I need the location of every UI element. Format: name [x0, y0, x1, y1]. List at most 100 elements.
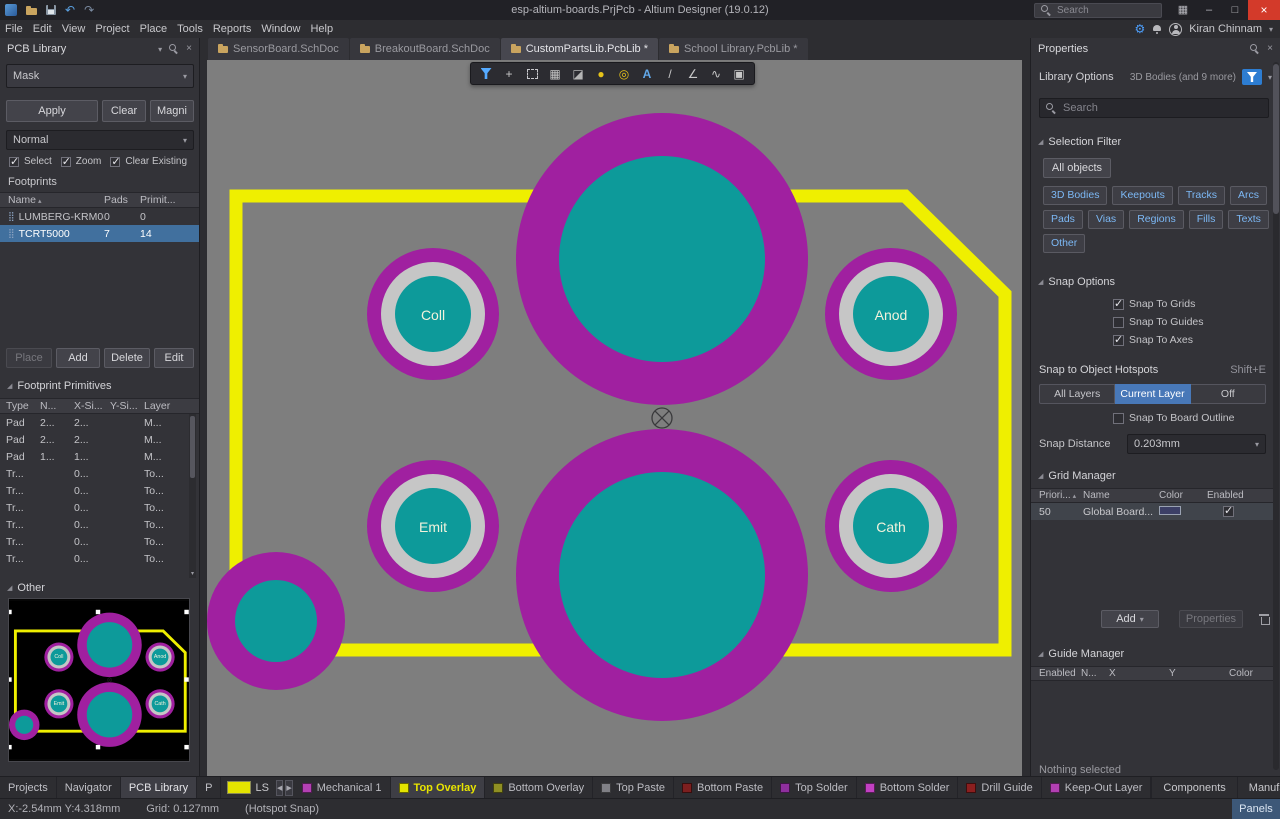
layer-set-control[interactable]: LS — [221, 777, 274, 798]
primitives-column-x-si[interactable]: X-Si... — [74, 400, 110, 412]
properties-search-box[interactable]: Search — [1039, 98, 1269, 118]
undo-icon[interactable]: ↶ — [65, 0, 75, 20]
minimize-button[interactable]: – — [1196, 0, 1222, 20]
pad-icon[interactable]: ● — [590, 64, 612, 83]
layer-tab-top-solder[interactable]: Top Solder — [772, 777, 857, 798]
primitive-row[interactable]: Tr...0...To... — [0, 465, 188, 482]
filter-tracks[interactable]: Tracks — [1178, 186, 1225, 205]
edit-button[interactable]: Edit — [154, 348, 194, 368]
doc-tab-custompartslib-pcblib[interactable]: CustomPartsLib.PcbLib * — [501, 38, 658, 60]
layer-tab-top-paste[interactable]: Top Paste — [593, 777, 674, 798]
pcb-canvas-drawing[interactable]: CollAnodEmitCath — [207, 60, 1022, 776]
primitive-row[interactable]: Tr...0...To... — [0, 516, 188, 533]
eraser-icon[interactable]: ◪ — [567, 64, 589, 83]
panel-tab-navigator[interactable]: Navigator — [57, 777, 121, 798]
primitives-column-layer[interactable]: Layer — [144, 400, 199, 412]
selection-filter-section[interactable]: ◢ Selection Filter — [1031, 134, 1280, 149]
primitive-row[interactable]: Tr...0...To... — [0, 550, 188, 567]
filter-keepouts[interactable]: Keepouts — [1112, 186, 1172, 205]
close-panel-icon[interactable]: × — [1267, 44, 1273, 54]
apply-button[interactable]: Apply — [6, 100, 98, 122]
primitives-column-y-si[interactable]: Y-Si... — [110, 400, 144, 412]
footprint-primitives-section[interactable]: ◢ Footprint Primitives — [0, 378, 199, 393]
menu-reports[interactable]: Reports — [208, 20, 257, 38]
hotspot-all-layers[interactable]: All Layers — [1039, 384, 1115, 404]
grid-column-priori[interactable]: Priori... — [1031, 490, 1083, 501]
delete-grid-icon[interactable] — [1259, 613, 1269, 625]
grid-color-swatch[interactable] — [1159, 506, 1181, 515]
maximize-button[interactable]: □ — [1222, 0, 1248, 20]
guide-column-n[interactable]: N... — [1081, 668, 1109, 679]
menu-view[interactable]: View — [57, 20, 91, 38]
guide-column-enabled[interactable]: Enabled — [1031, 668, 1081, 679]
option-select[interactable]: Select — [9, 156, 52, 167]
user-avatar-icon[interactable] — [1169, 23, 1182, 36]
guide-column-color[interactable]: Color — [1229, 668, 1274, 679]
via-icon[interactable]: ◎ — [613, 64, 635, 83]
snap-snap-to-guides[interactable]: Snap To Guides — [1113, 316, 1204, 328]
grid-properties-button[interactable]: Properties — [1179, 610, 1243, 628]
guide-column-x[interactable]: X — [1109, 668, 1169, 679]
grid-column-color[interactable]: Color — [1159, 490, 1207, 501]
clear-button[interactable]: Clear — [102, 100, 146, 122]
layer-tab-mechanical-1[interactable]: Mechanical 1 — [294, 777, 391, 798]
panel-tab-projects[interactable]: Projects — [0, 777, 57, 798]
column-name[interactable]: Name — [0, 194, 104, 206]
panel-tab-manufacturer-part-search[interactable]: Manufacturer Part Search — [1237, 777, 1280, 798]
panel-tab-p[interactable]: P — [197, 777, 221, 798]
filter-regions[interactable]: Regions — [1129, 210, 1184, 229]
close-button[interactable]: × — [1248, 0, 1280, 20]
heads-up-filter-icon[interactable] — [475, 64, 497, 83]
primitive-row[interactable]: Tr...0...To... — [0, 499, 188, 516]
notifications-bell-icon[interactable] — [1152, 24, 1162, 35]
column-primitives[interactable]: Primit... — [140, 194, 199, 206]
pcb-canvas[interactable]: CollAnodEmitCath +▦◪●◎A/∠∿▣ — [207, 60, 1022, 776]
layer-tab-bottom-paste[interactable]: Bottom Paste — [674, 777, 772, 798]
filter-pads[interactable]: Pads — [1043, 210, 1083, 229]
close-panel-icon[interactable]: × — [186, 44, 192, 54]
layer-tab-drill-guide[interactable]: Drill Guide — [958, 777, 1041, 798]
option-clear-existing[interactable]: Clear Existing — [110, 156, 187, 167]
properties-scrollbar[interactable] — [1273, 62, 1279, 770]
snap-snap-to-axes[interactable]: Snap To Axes — [1113, 334, 1204, 346]
grid-add-button[interactable]: Add ▾ — [1101, 610, 1159, 628]
hotspot-current-layer[interactable]: Current Layer — [1115, 384, 1190, 404]
add-button[interactable]: Add — [56, 348, 100, 368]
doc-tab-sensorboard-schdoc[interactable]: SensorBoard.SchDoc — [208, 38, 349, 60]
filter-vias[interactable]: Vias — [1088, 210, 1124, 229]
delete-button[interactable]: Delete — [104, 348, 150, 368]
mask-dropdown[interactable]: Mask ▾ — [6, 64, 194, 88]
user-menu-caret-icon[interactable]: ▾ — [1269, 25, 1273, 34]
grid-column-name[interactable]: Name — [1083, 490, 1159, 501]
scrollbar-down-arrow-icon[interactable]: ▾ — [189, 570, 196, 577]
primitive-row[interactable]: Tr...0...To... — [0, 482, 188, 499]
move-icon[interactable]: + — [498, 64, 520, 83]
grid-column-enabled[interactable]: Enabled — [1207, 490, 1274, 501]
hotspot-off[interactable]: Off — [1191, 384, 1266, 404]
display-mode-dropdown[interactable]: Normal ▾ — [6, 130, 194, 150]
layer-tab-keep-out-layer[interactable]: Keep-Out Layer — [1042, 777, 1152, 798]
menu-help[interactable]: Help — [305, 20, 338, 38]
menu-window[interactable]: Window — [256, 20, 305, 38]
settings-gear-icon[interactable]: ⚙ — [1134, 20, 1145, 38]
menu-file[interactable]: File — [0, 20, 28, 38]
string-icon[interactable]: A — [636, 64, 658, 83]
primitives-column-n[interactable]: N... — [40, 400, 74, 412]
global-search-box[interactable]: Search — [1034, 3, 1162, 18]
filter-caret-icon[interactable]: ▾ — [1268, 73, 1272, 82]
user-name[interactable]: Kiran Chinnam — [1189, 23, 1262, 35]
panel-menu-caret-icon[interactable]: ▾ — [158, 45, 162, 54]
scrollbar-thumb[interactable] — [190, 416, 195, 478]
snap-distance-dropdown[interactable]: 0.203mm ▾ — [1127, 434, 1266, 454]
open-project-icon[interactable] — [26, 6, 37, 15]
graph-icon[interactable]: ∿ — [705, 64, 727, 83]
select-area-icon[interactable] — [521, 64, 543, 83]
filter-fills[interactable]: Fills — [1189, 210, 1224, 229]
guide-manager-section[interactable]: ◢ Guide Manager — [1031, 646, 1280, 661]
snap-to-board-outline[interactable]: Snap To Board Outline — [1113, 412, 1234, 424]
primitive-row[interactable]: Tr...0...To... — [0, 533, 188, 550]
layer-scroll-right-icon[interactable]: ▶ — [285, 780, 292, 796]
workspace-layout-icon[interactable]: ▦ — [1170, 0, 1196, 20]
menu-place[interactable]: Place — [135, 20, 173, 38]
primitives-column-type[interactable]: Type — [0, 400, 40, 412]
